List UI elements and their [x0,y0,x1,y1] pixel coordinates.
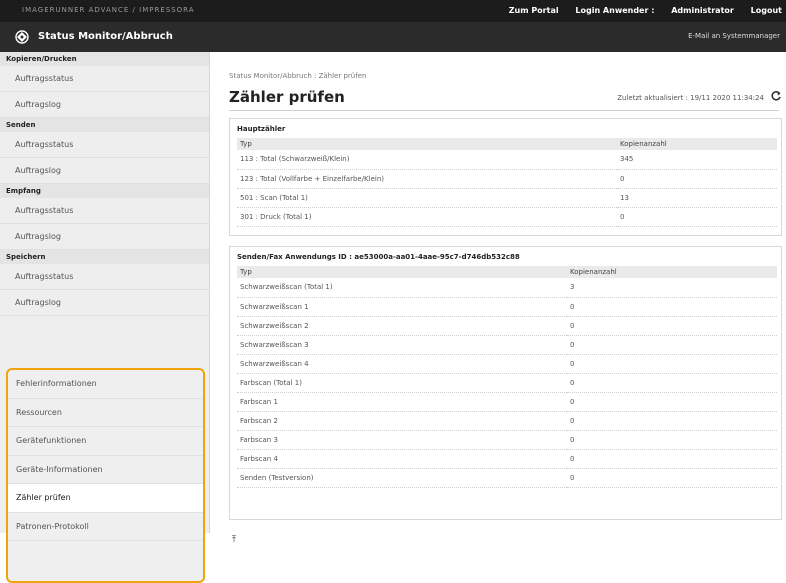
login-user-label: Login Anwender : [575,6,655,15]
sidebar: Kopieren/Drucken Auftragsstatus Auftrags… [0,52,210,583]
sidebar-item-copy-job-status[interactable]: Auftragsstatus [0,66,209,92]
counter-value: 0 [567,354,777,374]
counter-value: 0 [567,449,777,469]
counter-type: Schwarzweißscan 2 [237,316,567,336]
sidebar-item-error-info[interactable]: Fehlerinformationen [8,370,203,399]
counter-value: 0 [567,411,777,431]
counter-type: 301 : Druck (Total 1) [237,207,617,227]
main-counter-table: Typ Kopienanzahl 113 : Total (Schwarzwei… [237,138,777,227]
table-row: Schwarzweißscan (Total 1) 3 [237,278,777,298]
counter-value: 0 [567,430,777,450]
mail-to-admin-link[interactable]: E-Mail an Systemmanager [688,32,780,40]
table-row: 123 : Total (Vollfarbe + Einzelfarbe/Kle… [237,169,777,189]
counter-type: Farbscan 1 [237,392,567,412]
sidebar-item-check-counter[interactable]: Zähler prüfen [8,484,203,513]
table-row: Senden (Testversion) 0 [237,468,777,488]
column-header-count: Kopienanzahl [617,138,777,150]
counter-value: 0 [567,297,777,317]
counter-value: 0 [567,468,777,488]
device-name: IMAGERUNNER ADVANCE / IMPRESSORA [22,6,195,14]
table-row: Schwarzweißscan 40 [237,354,777,374]
table-row: Farbscan 30 [237,430,777,450]
sidebar-group-title: Senden [0,118,209,132]
sidebar-item-receive-job-log[interactable]: Auftragslog [0,224,209,250]
main-counter-title: Hauptzähler [237,125,286,133]
counter-value: 0 [567,373,777,393]
send-fax-counter-table: Typ Kopienanzahl Schwarzweißscan (Total … [237,266,777,488]
counter-type: 501 : Scan (Total 1) [237,188,617,208]
sidebar-item-device-info[interactable]: Geräte-Informationen [8,456,203,484]
counter-value: 0 [617,169,777,189]
title-bar: Status Monitor/Abbruch E-Mail an Systemm… [0,22,786,52]
main-content: Status Monitor/Abbruch : Zähler prüfen Z… [211,52,786,545]
sidebar-item-cartridge-log[interactable]: Patronen-Protokoll [8,513,203,541]
counter-value: 0 [567,392,777,412]
counter-type: Senden (Testversion) [237,468,567,488]
portal-link[interactable]: Zum Portal [509,6,559,15]
sidebar-group-title: Speichern [0,250,209,264]
sidebar-item-receive-job-status[interactable]: Auftragsstatus [0,198,209,224]
header-links: Zum Portal Login Anwender : Administrato… [495,6,782,15]
column-header-type: Typ [237,138,617,150]
table-row: Schwarzweißscan 30 [237,335,777,355]
table-row: Schwarzweißscan 20 [237,316,777,336]
table-header-row: Typ Kopienanzahl [237,138,777,150]
counter-value: 13 [617,188,777,208]
sidebar-item-device-features[interactable]: Gerätefunktionen [8,427,203,456]
counter-value: 0 [567,335,777,355]
counter-type: Schwarzweißscan 1 [237,297,567,317]
sidebar-item-send-job-status[interactable]: Auftragsstatus [0,132,209,158]
table-row: Farbscan (Total 1) 0 [237,373,777,393]
counter-type: Farbscan 3 [237,430,567,450]
counter-type: Farbscan 2 [237,411,567,431]
table-row: 113 : Total (Schwarzweiß/Klein) 345 [237,150,777,170]
sidebar-item-store-job-status[interactable]: Auftragsstatus [0,264,209,290]
counter-type: Schwarzweißscan 4 [237,354,567,374]
counter-value: 0 [617,207,777,227]
page-title: Zähler prüfen [229,88,345,106]
table-row: Farbscan 40 [237,449,777,469]
sidebar-item-copy-job-log[interactable]: Auftragslog [0,92,209,118]
scroll-to-top-icon[interactable]: ⤒ [232,535,236,545]
column-header-type: Typ [237,266,567,278]
logout-link[interactable]: Logout [751,6,782,15]
breadcrumb: Status Monitor/Abbruch : Zähler prüfen [229,72,367,80]
column-header-count: Kopienanzahl [567,266,777,278]
table-row: Farbscan 10 [237,392,777,412]
counter-type: Farbscan (Total 1) [237,373,567,393]
sidebar-item-send-job-log[interactable]: Auftragslog [0,158,209,184]
refresh-icon[interactable] [770,90,782,102]
counter-value: 0 [567,316,777,336]
table-row: Schwarzweißscan 10 [237,297,777,317]
last-updated: Zuletzt aktualisiert : 19/11 2020 11:34:… [617,94,764,102]
counter-type: Schwarzweißscan 3 [237,335,567,355]
sidebar-item-resources[interactable]: Ressourcen [8,399,203,427]
table-row: 301 : Druck (Total 1) 0 [237,207,777,227]
counter-type: 123 : Total (Vollfarbe + Einzelfarbe/Kle… [237,169,617,189]
sidebar-group-title: Kopieren/Drucken [0,52,209,66]
counter-value: 3 [567,278,777,298]
send-fax-counter-title: Senden/Fax Anwendungs ID : ae53000a-aa01… [237,253,520,261]
sidebar-group-title: Empfang [0,184,209,198]
app-title: Status Monitor/Abbruch [38,31,173,42]
title-divider [229,110,779,111]
top-bar: IMAGERUNNER ADVANCE / IMPRESSORA Zum Por… [0,0,786,22]
user-name: Administrator [671,6,734,15]
counter-value: 345 [617,150,777,170]
counter-type: 113 : Total (Schwarzweiß/Klein) [237,150,617,170]
table-row: 501 : Scan (Total 1) 13 [237,188,777,208]
table-header-row: Typ Kopienanzahl [237,266,777,278]
sidebar-item-store-job-log[interactable]: Auftragslog [0,290,209,316]
highlighted-menu-group: Fehlerinformationen Ressourcen Gerätefun… [6,368,205,583]
counter-type: Farbscan 4 [237,449,567,469]
status-monitor-icon [15,30,29,44]
counter-type: Schwarzweißscan (Total 1) [237,278,567,298]
table-row: Farbscan 20 [237,411,777,431]
